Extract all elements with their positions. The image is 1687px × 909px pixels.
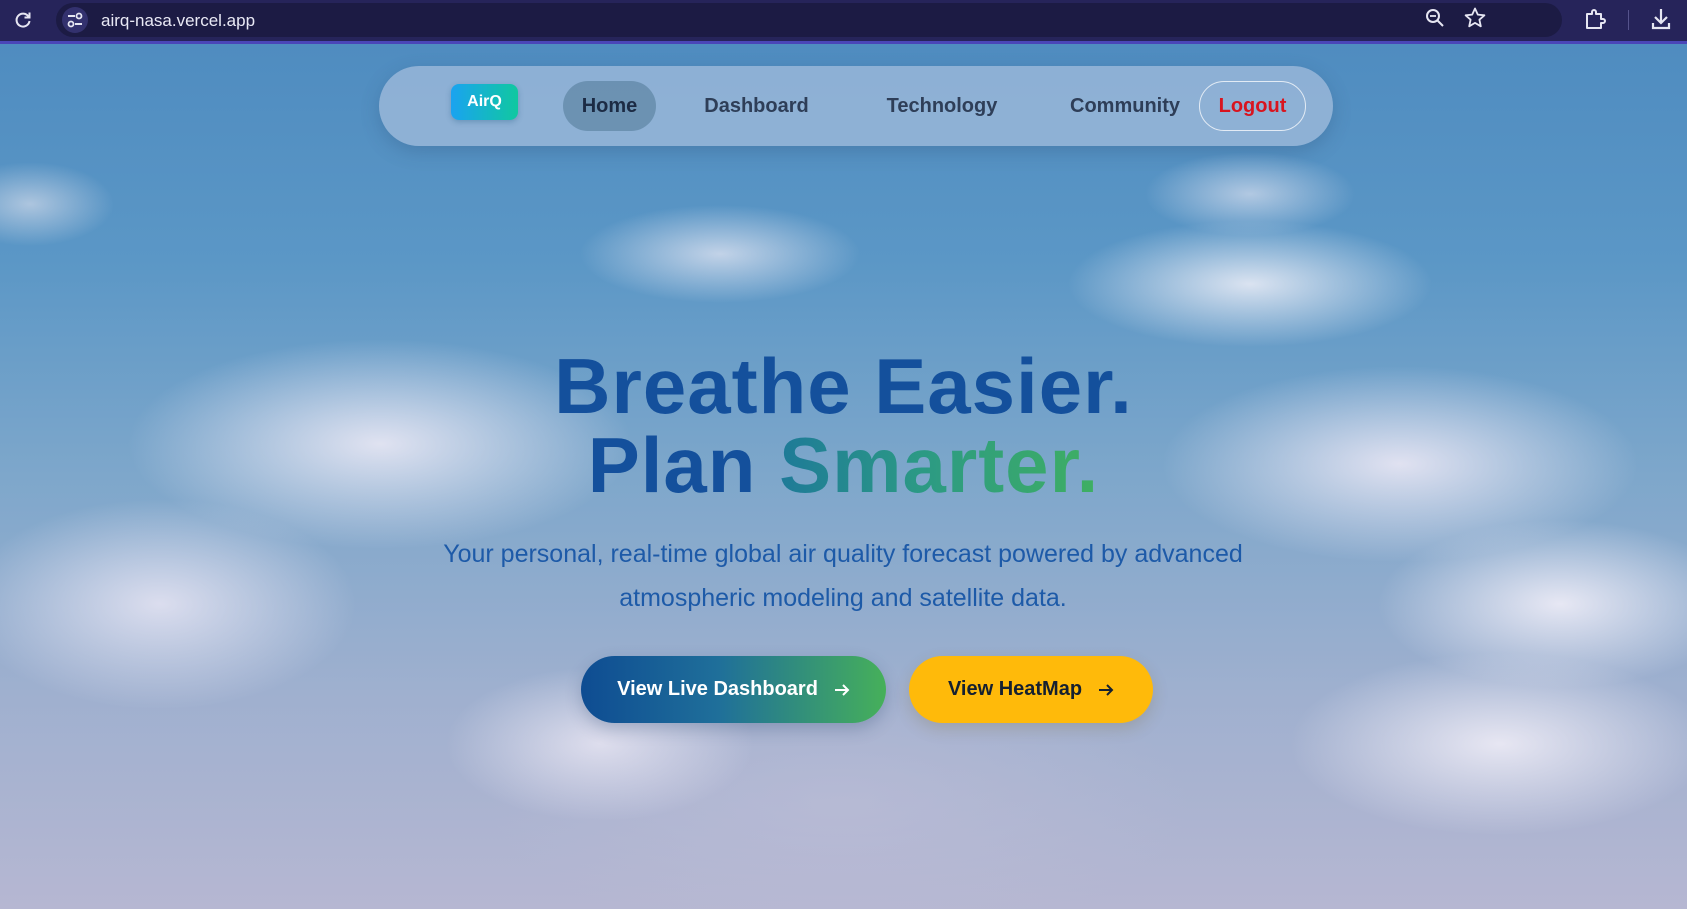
main-nav: AirQ Home Dashboard Technology Community… (379, 66, 1333, 146)
arrow-right-icon (834, 683, 850, 697)
bookmark-star-icon[interactable] (1463, 6, 1487, 35)
browser-toolbar: airq-nasa.vercel.app (0, 0, 1687, 44)
nav-item-dashboard[interactable]: Dashboard (679, 81, 834, 131)
nav-item-technology[interactable]: Technology (857, 81, 1027, 131)
view-heatmap-button[interactable]: View HeatMap (909, 656, 1153, 723)
view-heatmap-label: View HeatMap (947, 678, 1083, 700)
reload-icon[interactable] (10, 7, 36, 33)
view-live-dashboard-button[interactable]: View Live Dashboard (581, 656, 886, 723)
hero-heading-line1: Breathe Easier. (554, 342, 1133, 430)
address-bar[interactable]: airq-nasa.vercel.app (56, 3, 1562, 37)
site-info-icon[interactable] (62, 7, 88, 33)
extensions-icon[interactable] (1584, 8, 1606, 35)
arrow-right-icon (1098, 683, 1114, 697)
hero-heading-smarter: Smarter. (779, 421, 1100, 509)
nav-item-home[interactable]: Home (563, 81, 656, 131)
airq-logo[interactable]: AirQ (451, 84, 518, 120)
toolbar-divider (1628, 10, 1629, 30)
nav-item-community[interactable]: Community (1045, 81, 1205, 131)
sky-background: AirQ Home Dashboard Technology Community… (0, 44, 1687, 909)
logout-button[interactable]: Logout (1199, 81, 1306, 131)
url-text[interactable]: airq-nasa.vercel.app (101, 11, 255, 31)
hero-subtitle: Your personal, real-time global air qual… (443, 540, 1243, 612)
zoom-icon[interactable] (1424, 7, 1446, 34)
hero-heading-line2: Plan Smarter. (0, 420, 1687, 510)
view-live-dashboard-label: View Live Dashboard (617, 678, 818, 700)
hero-heading-plan: Plan (587, 421, 757, 509)
download-icon[interactable] (1650, 7, 1672, 36)
